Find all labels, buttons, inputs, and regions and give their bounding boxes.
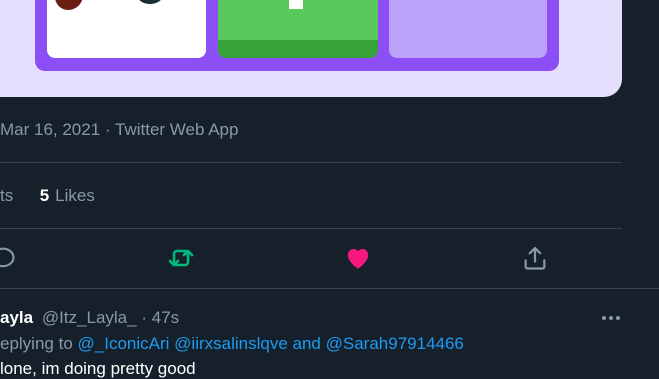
media-tile-white-peg [289, 0, 303, 9]
mention-link[interactable]: @_IconicAri [78, 334, 170, 353]
likes-stat[interactable]: 5 Likes [40, 186, 95, 205]
reply-time[interactable]: 47s [152, 308, 179, 327]
replying-prefix: eplying to [0, 334, 73, 353]
reply-separator: · [141, 308, 147, 327]
tweet-meta-line: Mar 16, 2021 · Twitter Web App [0, 120, 238, 140]
mention-link[interactable]: @Sarah97914466 [326, 334, 464, 353]
divider [0, 162, 622, 163]
mention-link[interactable]: @iirxsalinslqve [174, 334, 288, 353]
divider [0, 288, 659, 289]
reply-handle[interactable]: @Itz_Layla_ [42, 308, 137, 327]
retweets-label-fragment[interactable]: ts [0, 186, 13, 205]
media-tile-green [218, 0, 378, 58]
meta-separator: · [100, 120, 115, 139]
likes-label: Likes [55, 186, 95, 205]
likes-count: 5 [39, 186, 50, 205]
reply-header: ayla @Itz_Layla_ · 47s [0, 308, 179, 328]
divider [0, 228, 622, 229]
tweet-date[interactable]: Mar 16, 2021 [0, 120, 100, 139]
mention-and[interactable]: and [293, 334, 321, 353]
tweet-stats: ts 5 Likes [0, 186, 95, 206]
like-icon[interactable] [344, 244, 372, 272]
share-icon[interactable] [521, 244, 549, 272]
reply-display-name[interactable]: ayla [0, 308, 33, 327]
replying-to-line: eplying to @_IconicAri @iirxsalinslqve a… [0, 334, 464, 354]
more-options-icon[interactable] [600, 308, 622, 328]
media-tile-lavender [389, 0, 547, 58]
media-tile-green-shade [218, 40, 378, 58]
reply-icon[interactable] [0, 244, 17, 272]
tweet-client[interactable]: Twitter Web App [115, 120, 238, 139]
reply-text: lone, im doing pretty good [0, 359, 196, 378]
retweet-icon[interactable] [167, 244, 195, 272]
